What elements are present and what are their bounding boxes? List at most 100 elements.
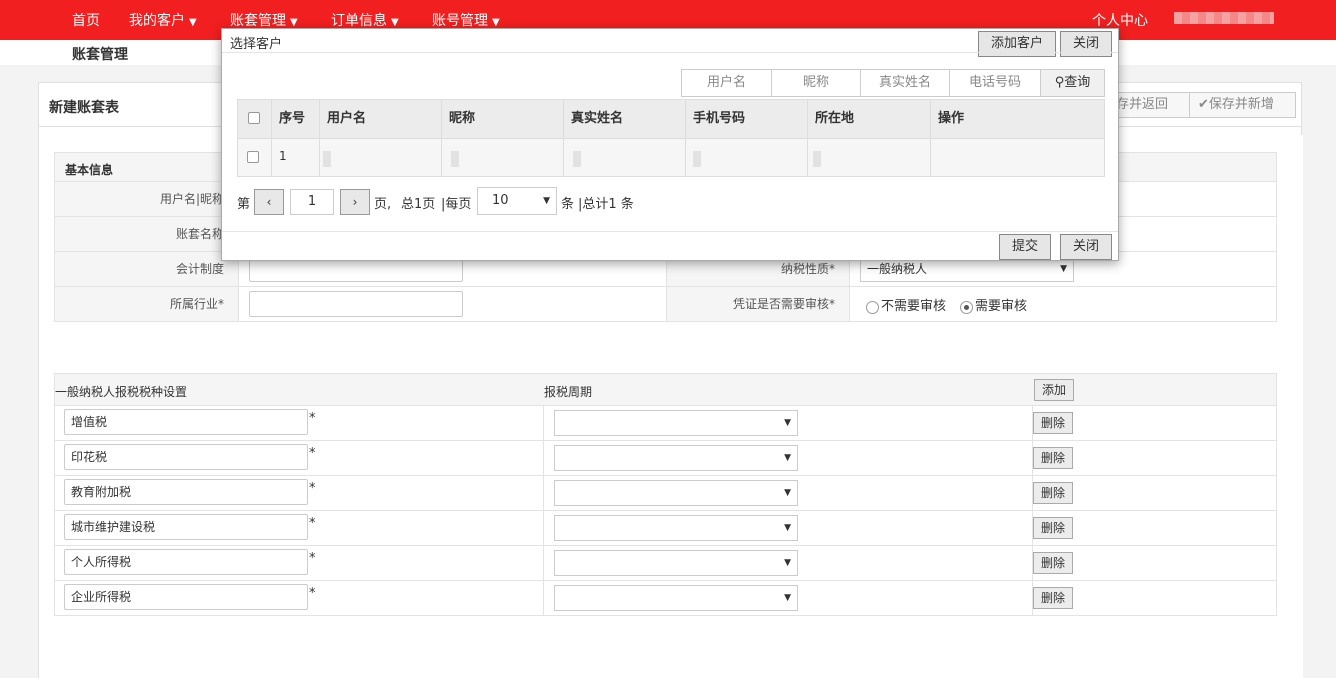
dropdown-arrow-icon: ▼ (784, 418, 791, 428)
nav-my-customers[interactable]: 我的客户 ▼ (129, 10, 197, 30)
search-phone-input[interactable]: 电话号码 (949, 69, 1041, 97)
nav-personal-center[interactable]: 个人中心 (1092, 10, 1148, 30)
tax-name-input[interactable]: 个人所得税 (64, 549, 308, 575)
col-realname: 真实姓名 (563, 100, 686, 138)
required-mark: * (309, 586, 316, 601)
col-index: 序号 (271, 100, 320, 138)
tax-period-select[interactable]: ▼ (554, 480, 798, 506)
dropdown-arrow-icon: ▼ (543, 196, 550, 206)
tax-period-select[interactable]: ▼ (554, 515, 798, 541)
tax-row: 企业所得税 * ▼ 删除 (54, 580, 1277, 616)
tax-row: 教育附加税 * ▼ 删除 (54, 475, 1277, 511)
tax-period-select[interactable]: ▼ (554, 550, 798, 576)
user-name-blurred (1174, 12, 1274, 24)
tax-name-input[interactable]: 增值税 (64, 409, 308, 435)
query-button[interactable]: ⚲查询 (1040, 69, 1105, 97)
chevron-down-icon: ▼ (290, 17, 298, 28)
prev-page-button[interactable]: ‹ (254, 189, 284, 215)
next-page-button[interactable]: › (340, 189, 370, 215)
chevron-down-icon: ▼ (189, 17, 197, 28)
row-phone (685, 139, 808, 176)
dropdown-arrow-icon: ▼ (784, 453, 791, 463)
delete-tax-button[interactable]: 删除 (1033, 482, 1073, 504)
pager-prefix: 第 (237, 197, 251, 212)
search-username-input[interactable]: 用户名 (681, 69, 772, 97)
tax-name-cell: 个人所得税 * (54, 545, 544, 581)
tax-name-input[interactable]: 企业所得税 (64, 584, 308, 610)
tax-settings-header: 一般纳税人报税税种设置 报税周期 添加 (54, 373, 1277, 406)
dropdown-arrow-icon: ▼ (784, 523, 791, 533)
nav-order-info-label: 订单信息 (331, 13, 387, 29)
redacted-value (573, 151, 581, 167)
table-row[interactable]: 1 (237, 138, 1105, 177)
per-page-select[interactable]: 10 ▼ (477, 187, 557, 215)
row-checkbox-cell (238, 139, 272, 176)
redacted-value (813, 151, 821, 167)
row-nickname (441, 139, 564, 176)
tax-name-cell: 增值税 * (54, 405, 544, 441)
tax-period-heading: 报税周期 (544, 385, 593, 399)
delete-tax-button[interactable]: 删除 (1033, 587, 1073, 609)
account-name-label: 账套名称 (54, 216, 239, 252)
save-return-button[interactable]: 存并返回 (1107, 92, 1190, 118)
select-customer-modal: 选择客户 添加客户 关闭 用户名 昵称 真实姓名 电话号码 ⚲查询 序号 用户名… (221, 28, 1119, 261)
tax-name-input[interactable]: 城市维护建设税 (64, 514, 308, 540)
row-username (319, 139, 442, 176)
search-nickname-input[interactable]: 昵称 (771, 69, 861, 97)
industry-cell (238, 286, 667, 322)
page-title: 账套管理 (72, 47, 128, 63)
col-phone: 手机号码 (685, 100, 808, 138)
tax-row: 个人所得税 * ▼ 删除 (54, 545, 1277, 581)
nav-account-mgmt-label: 账号管理 (432, 13, 488, 29)
required-mark: * (309, 481, 316, 496)
add-tax-button[interactable]: 添加 (1034, 379, 1074, 401)
submit-button[interactable]: 提交 (999, 234, 1051, 260)
col-actions: 操作 (938, 111, 965, 126)
no-review-radio[interactable] (866, 301, 879, 314)
tax-name-input[interactable]: 印花税 (64, 444, 308, 470)
industry-label: 所属行业* (54, 286, 239, 322)
pager-total-pages: 总1页 (401, 197, 436, 212)
need-review-radio[interactable] (960, 301, 973, 314)
save-new-button[interactable]: ✔保存并新增 (1189, 92, 1296, 118)
chevron-down-icon: ▼ (391, 17, 399, 28)
nav-account-set-mgmt[interactable]: 账套管理 ▼ (230, 10, 298, 30)
need-review-label: 需要审核 (975, 299, 1028, 314)
modal-close-bottom-button[interactable]: 关闭 (1060, 234, 1112, 260)
delete-tax-button[interactable]: 删除 (1033, 517, 1073, 539)
tax-row: 城市维护建设税 * ▼ 删除 (54, 510, 1277, 546)
row-realname (563, 139, 686, 176)
nav-my-customers-label: 我的客户 (129, 13, 185, 29)
pager-total: |总计1 条 (578, 197, 634, 212)
industry-input[interactable] (249, 291, 463, 317)
row-index: 1 (271, 139, 320, 176)
row-checkbox[interactable] (247, 151, 259, 163)
pager-items-suffix: 条 (561, 197, 575, 212)
nav-account-mgmt[interactable]: 账号管理 ▼ (432, 10, 500, 30)
tax-period-select[interactable]: ▼ (554, 585, 798, 611)
col-nickname: 昵称 (441, 100, 564, 138)
add-customer-button[interactable]: 添加客户 (978, 31, 1056, 57)
row-actions (930, 139, 1104, 176)
col-location: 所在地 (807, 100, 931, 138)
tax-row: 增值税 * ▼ 删除 (54, 405, 1277, 441)
modal-close-button[interactable]: 关闭 (1060, 31, 1112, 57)
delete-tax-button[interactable]: 删除 (1033, 412, 1073, 434)
tax-name-input[interactable]: 教育附加税 (64, 479, 308, 505)
nav-order-info[interactable]: 订单信息 ▼ (331, 10, 399, 30)
tax-period-select[interactable]: ▼ (554, 445, 798, 471)
tax-period-select[interactable]: ▼ (554, 410, 798, 436)
tax-settings-heading: 一般纳税人报税税种设置 (55, 385, 188, 399)
delete-tax-button[interactable]: 删除 (1033, 447, 1073, 469)
search-realname-input[interactable]: 真实姓名 (860, 69, 950, 97)
tax-name-cell: 教育附加税 * (54, 475, 544, 511)
row-location (807, 139, 931, 176)
required-mark: * (309, 411, 316, 426)
col-username: 用户名 (319, 100, 442, 138)
page-number-input[interactable]: 1 (290, 189, 334, 215)
tax-name-cell: 印花税 * (54, 440, 544, 476)
nav-home[interactable]: 首页 (72, 10, 100, 30)
select-all-checkbox[interactable] (248, 112, 260, 124)
customer-grid-header: 序号 用户名 昵称 真实姓名 手机号码 所在地 操作 (237, 99, 1105, 139)
delete-tax-button[interactable]: 删除 (1033, 552, 1073, 574)
